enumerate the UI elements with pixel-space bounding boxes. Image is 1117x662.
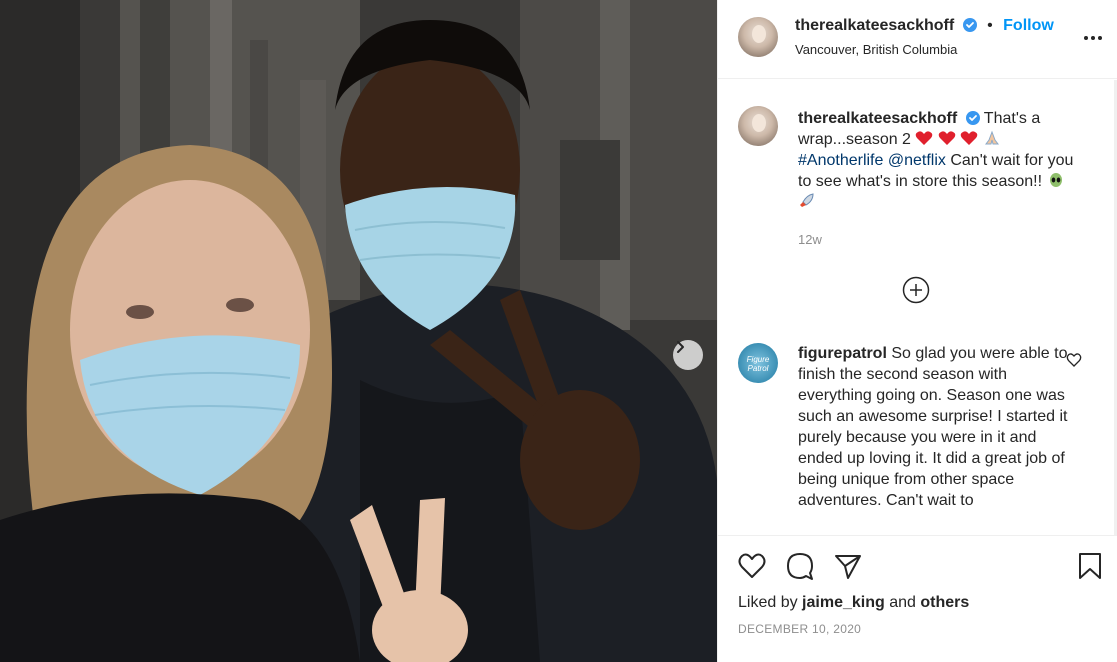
caption-time[interactable]: 12w [798,232,822,247]
post-date[interactable]: DECEMBER 10, 2020 [738,622,861,636]
post-header: therealkateesackhoff • Follow Vancouver,… [718,0,1117,79]
comments-list[interactable]: therealkateesackhoff That's a wrap...sea… [718,80,1117,535]
liked-by-others[interactable]: others [920,594,969,611]
red-heart-emoji-icon [916,131,933,145]
red-heart-emoji-icon [938,131,956,145]
red-heart-emoji-icon [961,131,978,145]
verified-badge-icon [962,18,977,32]
rocket-emoji-icon [800,193,814,207]
plus-circle-icon[interactable] [902,276,930,304]
author-avatar[interactable] [738,17,778,57]
chevron-right-icon [677,341,684,353]
hashtag-link[interactable]: #Anotherlife [798,152,883,169]
caption: therealkateesackhoff That's a wrap...sea… [798,108,1078,213]
separator-dot: • [987,17,993,34]
caption-author[interactable]: therealkateesackhoff [798,110,957,127]
comment: figurepatrol So glad you were able to fi… [798,343,1068,511]
bookmark-icon[interactable] [1075,551,1105,581]
liked-by-prefix: Liked by [738,594,798,611]
folded-hands-emoji-icon [984,130,999,145]
commenter-avatar-logo: Figure Patrol [746,355,770,373]
liked-by-and: and [889,594,916,611]
paper-plane-icon[interactable] [833,551,863,581]
caption-author-avatar[interactable] [738,106,778,146]
next-photo-button[interactable] [673,340,703,370]
author-username[interactable]: therealkateesackhoff [795,17,954,34]
liked-by-user[interactable]: jaime_king [802,594,885,611]
mention-link[interactable]: @netflix [888,152,946,169]
post-modal: therealkateesackhoff • Follow Vancouver,… [0,0,1117,662]
commenter-avatar[interactable]: Figure Patrol [738,343,778,383]
heart-icon[interactable] [737,551,767,581]
location-link[interactable]: Vancouver, British Columbia [795,42,957,57]
comment-text: So glad you were able to finish the seco… [798,345,1068,509]
more-options-icon[interactable] [1081,28,1105,48]
post-photo[interactable] [0,0,717,662]
alien-emoji-icon [1049,173,1062,187]
post-side-panel: therealkateesackhoff • Follow Vancouver,… [717,0,1117,662]
photo-illustration [0,0,717,662]
post-actions: Liked by jaime_king and others DECEMBER … [718,535,1117,662]
comment-icon[interactable] [785,551,815,581]
verified-badge-icon [965,111,980,125]
comment-author[interactable]: figurepatrol [798,345,887,362]
likes-summary: Liked by jaime_king and others [738,594,969,612]
follow-button[interactable]: Follow [1003,17,1054,34]
heart-small-icon[interactable] [1066,352,1082,368]
